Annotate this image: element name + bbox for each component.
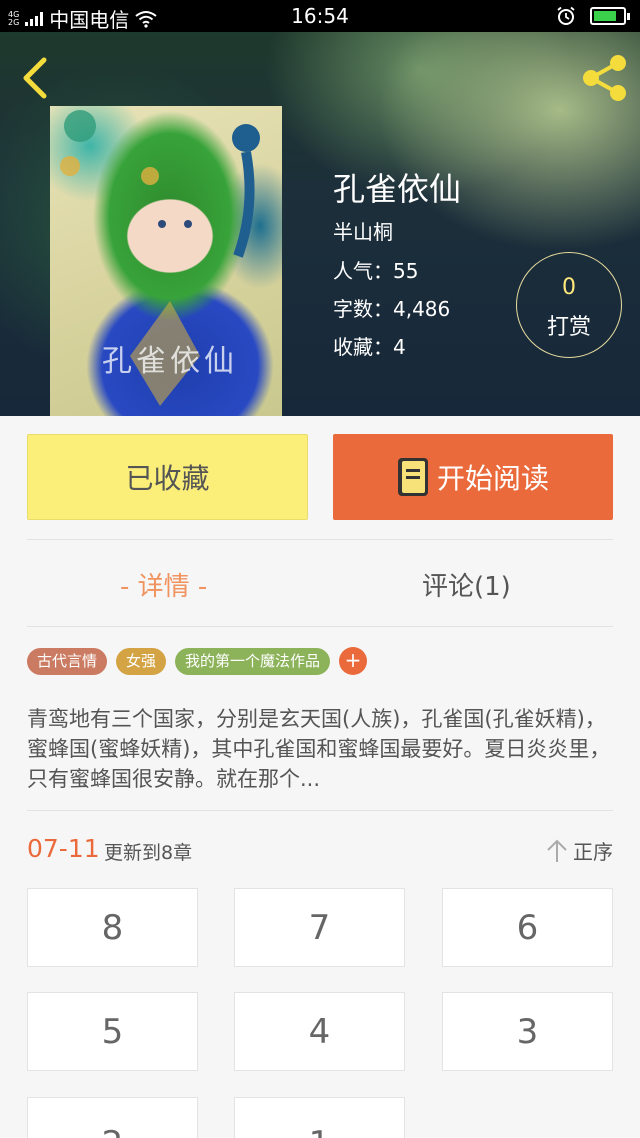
cover-title: 孔雀依仙 <box>102 344 238 379</box>
update-status: 更新到8章 <box>104 842 193 864</box>
chapter-button[interactable]: 2 <box>27 1097 198 1138</box>
reward-label: 打赏 <box>546 315 591 340</box>
arrow-up-icon <box>547 839 567 862</box>
tab-detail[interactable]: - 详情 - <box>120 566 207 603</box>
chapter-button[interactable]: 8 <box>27 888 198 967</box>
alarm-icon <box>557 6 575 25</box>
divider <box>27 810 613 811</box>
update-date: 07-11 <box>27 834 100 863</box>
reward-count: 0 <box>562 275 576 300</box>
book-title: 孔雀依仙 <box>333 170 462 208</box>
book-summary[interactable]: 青鸾地有三个国家，分别是玄天国(人族)，孔雀国(孔雀妖精)，蜜蜂国(蜜蜂妖精)，… <box>27 704 613 794</box>
collected-button[interactable]: 已收藏 <box>27 434 308 520</box>
book-author[interactable]: 半山桐 <box>333 216 393 245</box>
add-tag-button[interactable]: + <box>339 647 368 675</box>
start-reading-label: 开始阅读 <box>436 462 549 495</box>
tab-comments[interactable]: 评论(1) <box>422 566 511 603</box>
sort-label: 正序 <box>573 840 613 864</box>
battery-icon <box>590 7 630 25</box>
status-bar: 4G 2G 中国电信 16:54 <box>0 0 640 32</box>
back-button[interactable] <box>18 56 54 100</box>
collected-label: 已收藏 <box>125 462 210 495</box>
chapter-button[interactable]: 3 <box>442 992 613 1071</box>
sort-button[interactable]: 正序 <box>545 836 613 865</box>
clock: 16:54 <box>291 4 349 28</box>
book-popularity: 人气：55 <box>333 259 419 283</box>
divider <box>27 539 613 540</box>
book-icon <box>397 458 428 496</box>
reward-button[interactable]: 0 打赏 <box>516 252 622 358</box>
chapter-button[interactable]: 1 <box>234 1097 405 1138</box>
back-arrow-icon <box>23 57 47 99</box>
chapter-button[interactable]: 7 <box>234 888 405 967</box>
chapter-button[interactable]: 6 <box>442 888 613 967</box>
divider <box>27 626 613 627</box>
share-button[interactable] <box>578 52 632 104</box>
start-reading-button[interactable]: 开始阅读 <box>333 434 613 520</box>
tag-item[interactable]: 古代言情 <box>27 647 108 675</box>
tag-item[interactable]: 我的第一个魔法作品 <box>175 647 331 675</box>
tag-list: 古代言情 女强 我的第一个魔法作品 + <box>27 647 368 675</box>
share-icon <box>583 55 626 101</box>
book-favorites: 收藏：4 <box>333 335 406 359</box>
chapter-button[interactable]: 4 <box>234 992 405 1071</box>
chapter-button[interactable]: 5 <box>27 992 198 1071</box>
book-word-count: 字数：4,486 <box>333 297 451 321</box>
book-cover[interactable]: 孔雀依仙 <box>50 106 282 416</box>
tag-item[interactable]: 女强 <box>116 647 167 675</box>
